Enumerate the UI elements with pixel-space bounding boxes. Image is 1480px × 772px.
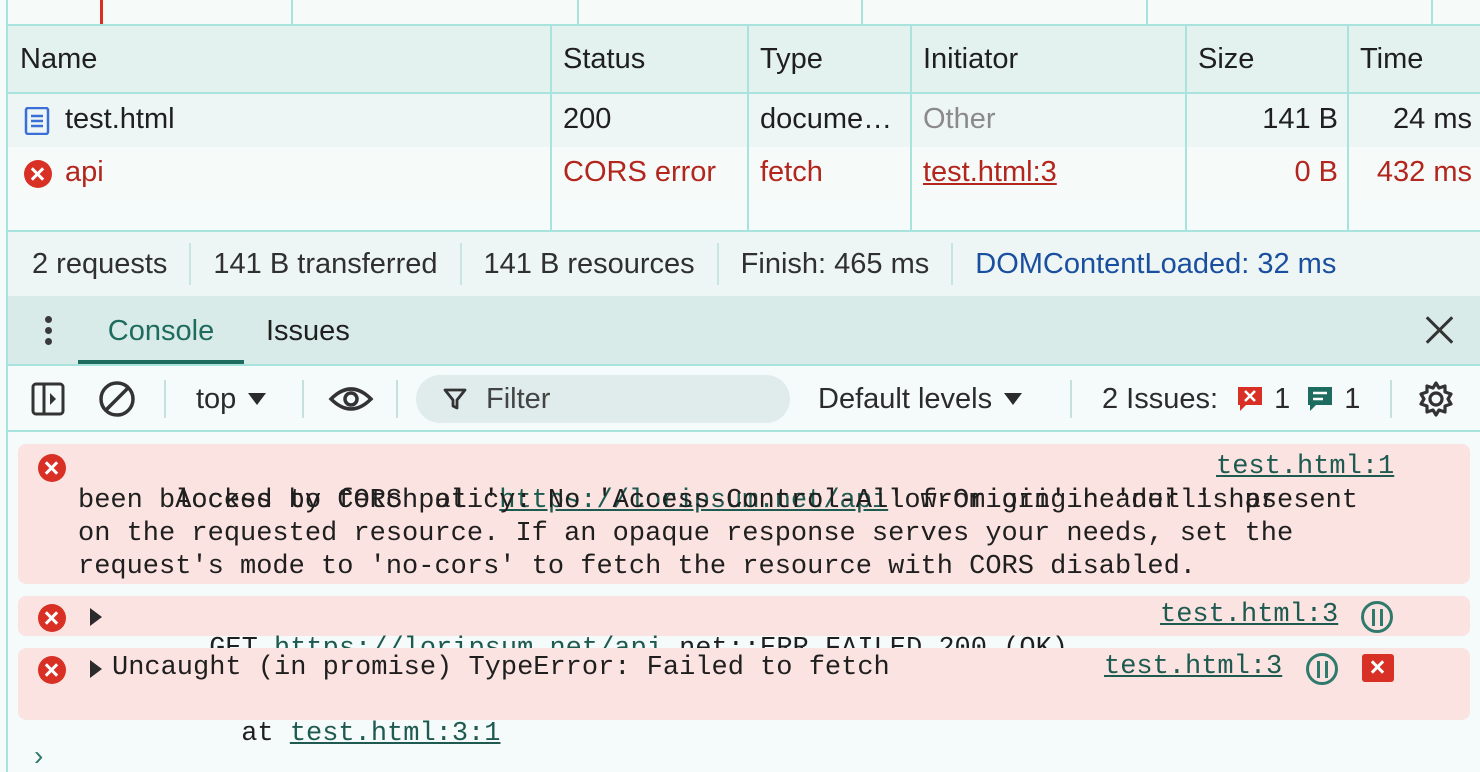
- console-prompt[interactable]: ›: [34, 740, 43, 772]
- request-name[interactable]: api: [65, 156, 104, 189]
- summary-dom-content-loaded: DOMContentLoaded: 32 ms: [975, 247, 1337, 280]
- column-header-type[interactable]: Type: [760, 43, 823, 76]
- tab-console[interactable]: Console: [78, 296, 244, 364]
- sidebar-toggle-icon[interactable]: [30, 381, 66, 417]
- chevron-down-icon: [248, 393, 267, 405]
- issues-info-count: 1: [1344, 382, 1361, 415]
- log-levels-dropdown[interactable]: Default levels: [818, 366, 1023, 432]
- summary-resources: 141 B resources: [483, 247, 695, 280]
- table-row[interactable]: api CORS error fetch test.html:3 0 B 432…: [8, 147, 1480, 200]
- request-type: docume…: [760, 103, 893, 135]
- filter-input[interactable]: Filter: [416, 375, 790, 423]
- close-drawer-icon[interactable]: [1424, 314, 1456, 346]
- column-divider[interactable]: [550, 26, 552, 230]
- waterfall-load-marker: [100, 0, 103, 24]
- waterfall-gridline: [291, 0, 293, 24]
- context-selector[interactable]: top: [196, 366, 267, 432]
- waterfall-overview[interactable]: [6, 0, 1480, 26]
- table-row[interactable]: test.html 200 docume… Other 141 B 24 ms: [8, 94, 1480, 147]
- filter-placeholder: Filter: [486, 382, 551, 415]
- source-link[interactable]: test.html:1: [1216, 452, 1394, 482]
- column-header-initiator[interactable]: Initiator: [923, 43, 1018, 76]
- network-panel-link-icon[interactable]: [1306, 653, 1338, 685]
- live-expression-eye-icon[interactable]: [328, 383, 374, 415]
- request-initiator: Other: [923, 103, 996, 135]
- request-initiator-link[interactable]: test.html:3: [923, 156, 1057, 189]
- document-icon: [24, 107, 50, 135]
- message-text: on the requested resource. If an opaque …: [78, 519, 1294, 549]
- column-header-name[interactable]: Name: [20, 43, 97, 76]
- issues-counter[interactable]: 2 Issues: 1 1: [1102, 366, 1360, 432]
- clear-console-icon[interactable]: [98, 380, 136, 418]
- request-time: 24 ms: [1393, 103, 1472, 135]
- table-header-row: Name Status Type Initiator Size Time: [8, 26, 1480, 94]
- message-text: request's mode to 'no-cors' to fetch the…: [78, 552, 1196, 582]
- waterfall-gridline: [861, 0, 863, 24]
- waterfall-gridline: [577, 0, 579, 24]
- source-link[interactable]: test.html:3: [1160, 600, 1338, 630]
- request-status: CORS error: [563, 156, 717, 188]
- request-status: 200: [563, 103, 612, 135]
- more-tabs-icon[interactable]: [38, 314, 58, 348]
- request-type: fetch: [760, 156, 823, 188]
- request-size: 141 B: [1262, 103, 1338, 135]
- console-error-message: GET https://loripsum.net/api net::ERR_FA…: [18, 596, 1470, 664]
- column-divider[interactable]: [1347, 26, 1349, 230]
- column-divider[interactable]: [1185, 26, 1187, 230]
- issue-link-icon[interactable]: [1362, 654, 1394, 682]
- source-link[interactable]: test.html:3: [1104, 652, 1282, 682]
- stack-frame-link[interactable]: test.html:3:1: [290, 719, 501, 749]
- divider: [302, 380, 304, 418]
- message-text: at: [241, 719, 290, 749]
- column-header-status[interactable]: Status: [563, 43, 645, 76]
- divider: [189, 243, 192, 285]
- console-settings-gear-icon[interactable]: [1417, 380, 1455, 418]
- request-time: 432 ms: [1376, 156, 1472, 188]
- console-error-message: Access to fetch at 'https://loripsum.net…: [18, 444, 1470, 584]
- divider: [1070, 380, 1072, 418]
- error-icon: [38, 656, 66, 684]
- message-text: been blocked by CORS policy: No 'Access-…: [78, 486, 1359, 516]
- issues-error-count: 1: [1274, 382, 1291, 415]
- divider: [164, 380, 166, 418]
- tab-issues[interactable]: Issues: [266, 296, 350, 364]
- request-name[interactable]: test.html: [65, 103, 175, 136]
- filter-icon: [443, 388, 467, 410]
- error-icon: [24, 160, 52, 188]
- devtools-panel: Name Status Type Initiator Size Time tes…: [0, 0, 1480, 772]
- log-levels-label: Default levels: [818, 382, 993, 415]
- summary-transferred: 141 B transferred: [213, 247, 438, 280]
- request-size: 0 B: [1294, 156, 1338, 188]
- network-panel-link-icon[interactable]: [1361, 601, 1393, 633]
- issue-info-icon: [1308, 387, 1333, 411]
- divider: [459, 243, 462, 285]
- divider: [716, 243, 719, 285]
- expand-triangle-icon[interactable]: [90, 660, 102, 678]
- error-icon: [38, 454, 66, 482]
- network-summary-bar: 2 requests 141 B transferred 141 B resou…: [6, 230, 1480, 296]
- drawer-tab-bar: Console Issues: [6, 296, 1480, 366]
- issues-label: 2 Issues:: [1102, 382, 1219, 415]
- column-divider[interactable]: [910, 26, 912, 230]
- error-icon: [38, 604, 66, 632]
- network-request-table: Name Status Type Initiator Size Time tes…: [6, 26, 1480, 230]
- console-error-message: Uncaught (in promise) TypeError: Failed …: [18, 648, 1470, 749]
- console-toolbar: top Filter Default levels 2 Issues: 1 1: [6, 366, 1480, 432]
- divider: [396, 380, 398, 418]
- column-header-size[interactable]: Size: [1198, 43, 1254, 76]
- expand-triangle-icon[interactable]: [90, 608, 102, 626]
- summary-finish: Finish: 465 ms: [740, 247, 930, 280]
- summary-requests: 2 requests: [32, 247, 168, 280]
- message-text: Uncaught (in promise) TypeError: Failed …: [112, 653, 890, 683]
- waterfall-gridline: [1431, 0, 1433, 24]
- chevron-down-icon: [1004, 393, 1023, 405]
- divider: [951, 243, 954, 285]
- issue-error-icon: [1238, 387, 1263, 411]
- column-divider[interactable]: [747, 26, 749, 230]
- divider: [1390, 380, 1392, 418]
- divider: [6, 432, 8, 772]
- waterfall-gridline: [1146, 0, 1148, 24]
- column-header-time[interactable]: Time: [1360, 43, 1423, 76]
- context-selector-label: top: [196, 382, 237, 415]
